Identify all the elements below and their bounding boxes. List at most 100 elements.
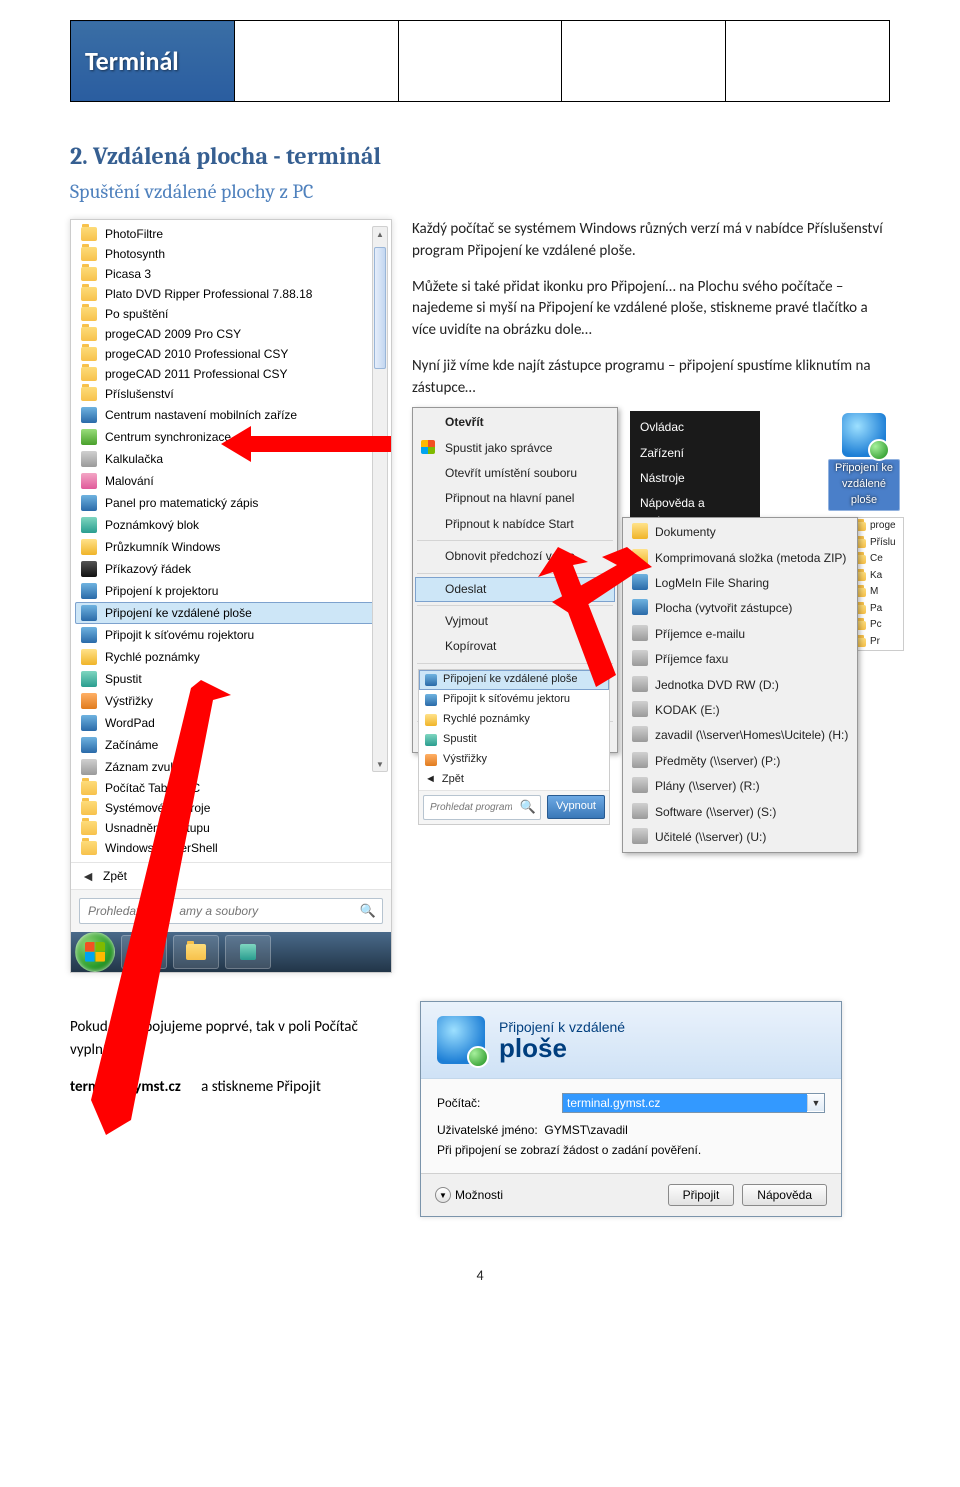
sendto-item[interactable]: Plocha (vytvořit zástupce) <box>625 596 855 621</box>
app-icon <box>632 752 648 768</box>
sendto-item[interactable]: LogMeIn File Sharing <box>625 571 855 596</box>
start-menu-item-label: Malování <box>105 474 154 488</box>
start-menu-item[interactable]: Po spuštění <box>75 304 387 324</box>
desktop-shortcut-label: Připojení ke vzdálené ploše <box>828 459 900 511</box>
start-menu-item-label: Připojení ke vzdálené ploše <box>105 606 252 620</box>
search-input[interactable] <box>428 801 514 814</box>
app-icon <box>81 583 97 599</box>
context-menu-item[interactable]: Spustit jako správce <box>415 436 615 461</box>
scrollbar[interactable]: ▲ ▼ <box>372 226 388 772</box>
start-right-item[interactable]: Ovládac <box>630 415 760 440</box>
app-icon <box>632 828 648 844</box>
rdp-shortcut-icon <box>842 413 886 457</box>
start-menu-search[interactable]: 🔍 <box>423 795 541 820</box>
search-icon: 🔍 <box>520 798 536 817</box>
folder-icon <box>81 247 97 261</box>
start-menu-item[interactable]: Photosynth <box>75 244 387 264</box>
sendto-item[interactable]: Dokumenty <box>625 520 855 545</box>
sendto-item[interactable]: Software (\\server) (S:) <box>625 800 855 825</box>
folder-icon <box>81 287 97 301</box>
start-menu-item[interactable]: Plato DVD Ripper Professional 7.88.18 <box>75 284 387 304</box>
rdp-label-user: Uživatelské jméno: <box>437 1123 538 1137</box>
sendto-item[interactable]: Plány (\\server) (R:) <box>625 774 855 799</box>
app-icon <box>425 694 437 706</box>
section-title: 2. Vzdálená plocha - terminál <box>70 142 890 170</box>
start-menu-item-label: Kalkulačka <box>105 452 163 466</box>
rdp-help-button[interactable]: Nápověda <box>742 1184 827 1206</box>
app-icon <box>81 539 97 555</box>
start-menu-back[interactable]: ◄Zpět <box>419 770 609 790</box>
start-menu-item[interactable]: Průzkumník Windows <box>75 536 387 558</box>
rdp-computer-input[interactable] <box>563 1094 807 1112</box>
start-menu-item[interactable]: Připojit k síťovému jektoru <box>419 690 609 710</box>
start-menu-item[interactable]: Centrum nastavení mobilních zaříze <box>75 404 387 426</box>
list-item: Ce <box>853 551 903 568</box>
menu-separator <box>417 540 613 541</box>
red-arrow-icon <box>91 680 231 1140</box>
sendto-item[interactable]: Učitelé (\\server) (U:) <box>625 825 855 850</box>
start-menu-item[interactable]: Příslušenství <box>75 384 387 404</box>
rdp-icon <box>437 1016 485 1064</box>
start-menu-item-label: Příkazový řádek <box>105 562 191 576</box>
app-icon <box>425 674 437 686</box>
app-icon <box>81 561 97 577</box>
start-menu-item-label: Připojit k síťovému rojektoru <box>105 628 254 642</box>
start-right-item[interactable]: Zařízení <box>630 441 760 466</box>
start-menu-item[interactable]: progeCAD 2009 Pro CSY <box>75 324 387 344</box>
rdp-note: Při připojení se zobrazí žádost o zadání… <box>437 1143 825 1157</box>
app-icon <box>632 625 648 641</box>
start-menu-item[interactable]: Výstřižky <box>419 750 609 770</box>
shutdown-button[interactable]: Vypnout <box>547 795 605 819</box>
start-menu-item[interactable]: Připojení k projektoru <box>75 580 387 602</box>
section-subtitle: Spuštění vzdálené plochy z PC <box>70 180 890 203</box>
desktop-shortcut[interactable]: Připojení ke vzdálené ploše <box>828 413 900 511</box>
chevron-down-icon[interactable]: ▼ <box>807 1095 824 1111</box>
app-icon <box>81 407 97 423</box>
start-menu-item[interactable]: Připojení ke vzdálené ploše <box>75 602 387 624</box>
start-menu-item[interactable]: progeCAD 2011 Professional CSY <box>75 364 387 384</box>
intro-paragraph: Každý počítač se systémem Windows různýc… <box>412 219 890 263</box>
start-right-item[interactable]: Nástroje <box>630 466 760 491</box>
start-menu-item[interactable]: progeCAD 2010 Professional CSY <box>75 344 387 364</box>
sendto-item[interactable]: Jednotka DVD RW (D:) <box>625 673 855 698</box>
app-icon <box>632 777 648 793</box>
start-menu-item-label: PhotoFiltre <box>105 227 163 241</box>
app-icon <box>81 605 97 621</box>
app-icon <box>425 734 437 746</box>
rdp-label-computer: Počítač: <box>437 1096 552 1110</box>
list-item: Ka <box>853 568 903 585</box>
start-menu-item[interactable]: Příkazový řádek <box>75 558 387 580</box>
taskbar-app-icon[interactable] <box>225 935 271 969</box>
start-menu-item[interactable]: Panel pro matematický zápis <box>75 492 387 514</box>
doc-header: Terminál <box>70 20 890 102</box>
start-menu-item[interactable]: Připojit k síťovému rojektoru <box>75 624 387 646</box>
start-menu-item[interactable]: PhotoFiltre <box>75 224 387 244</box>
sendto-item[interactable]: Komprimovaná složka (metoda ZIP) <box>625 546 855 571</box>
context-menu-item[interactable]: Připnout na hlavní panel <box>415 486 615 511</box>
rdp-computer-combo[interactable]: ▼ <box>562 1093 825 1113</box>
start-menu-item-label: Panel pro matematický zápis <box>105 496 258 510</box>
context-menu-item[interactable]: Otevřít umístění souboru <box>415 461 615 486</box>
start-menu-item[interactable]: Poznámkový blok <box>75 514 387 536</box>
sendto-item[interactable]: Příjemce e-mailu <box>625 622 855 647</box>
list-item: Pa <box>853 601 903 618</box>
rdp-connect-button[interactable]: Připojit <box>668 1184 735 1206</box>
start-menu-item[interactable]: Malování <box>75 470 387 492</box>
sendto-item[interactable]: zavadil (\\server\Homes\Ucitele) (H:) <box>625 723 855 748</box>
shield-icon <box>421 440 435 454</box>
start-menu-item-label: Plato DVD Ripper Professional 7.88.18 <box>105 287 312 301</box>
sendto-item[interactable]: Příjemce faxu <box>625 647 855 672</box>
start-menu-item[interactable]: Picasa 3 <box>75 264 387 284</box>
sendto-item[interactable]: Předměty (\\server) (P:) <box>625 749 855 774</box>
start-menu-item-label: Připojení k projektoru <box>105 584 218 598</box>
app-icon <box>81 429 97 445</box>
start-menu-item-label: Příslušenství <box>105 387 174 401</box>
context-menu-item[interactable]: Otevřít <box>415 410 615 435</box>
start-menu-item[interactable]: Spustit <box>419 730 609 750</box>
context-menu-item[interactable]: Připnout k nabídce Start <box>415 512 615 537</box>
rdp-options-button[interactable]: ▼ Možnosti <box>435 1187 503 1203</box>
page-number: 4 <box>70 1267 890 1284</box>
start-menu-item[interactable]: Rychlé poznámky <box>419 710 609 730</box>
sendto-item[interactable]: KODAK (E:) <box>625 698 855 723</box>
start-menu-item[interactable]: Rychlé poznámky <box>75 646 387 668</box>
